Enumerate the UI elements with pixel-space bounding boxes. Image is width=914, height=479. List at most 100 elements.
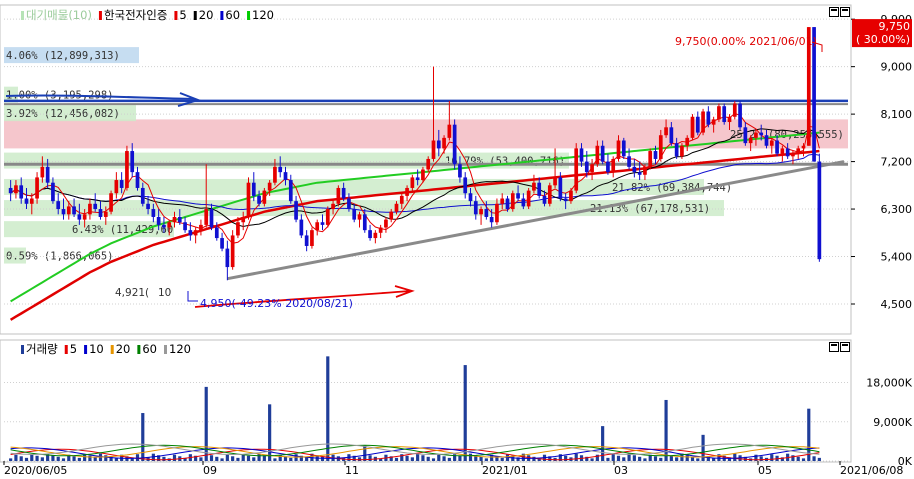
candle-body — [447, 124, 452, 138]
candle-body — [791, 153, 795, 157]
volume-profile-label: 4.06% (12,899,313) — [6, 50, 120, 62]
candle-body — [748, 137, 753, 144]
volume-legend-swatch — [84, 345, 88, 354]
volume-bar — [61, 458, 66, 461]
candle-body — [373, 232, 378, 239]
price-legend-swatch — [98, 11, 102, 20]
candle-body — [394, 203, 399, 212]
volume-bar — [394, 457, 399, 461]
candle-body — [257, 195, 261, 204]
volume-bar — [104, 455, 108, 461]
volume-legend-swatch — [64, 345, 68, 354]
price-legend-swatch — [220, 11, 224, 20]
price-minimize-button[interactable] — [829, 7, 839, 17]
candle-body — [479, 209, 483, 215]
candle-body — [796, 148, 801, 154]
candle-body — [209, 209, 214, 228]
candle-body — [399, 195, 404, 204]
volume-bar — [574, 453, 578, 461]
candle-body — [72, 206, 76, 215]
candle-body — [458, 164, 462, 178]
candle-body — [40, 166, 45, 178]
volume-bar — [632, 455, 636, 461]
candle-body — [236, 222, 240, 236]
candle-body — [114, 180, 119, 194]
candle-body — [283, 172, 288, 181]
volume-bar — [791, 455, 795, 461]
volume-bar — [357, 457, 362, 461]
candle-body — [817, 161, 822, 260]
candle-body — [727, 116, 732, 123]
candle-body — [658, 135, 663, 159]
price-maximize-button[interactable] — [840, 7, 850, 17]
candle-body — [331, 203, 335, 210]
candle-body — [347, 198, 351, 210]
volume-bar — [611, 454, 615, 461]
candle-body — [384, 219, 388, 228]
candle-body — [56, 201, 61, 210]
candle-body — [653, 151, 658, 159]
candle-body — [156, 216, 161, 225]
low-partial-tail-label: 10 — [158, 287, 171, 299]
volume-bar — [759, 456, 763, 461]
volume-bar — [796, 456, 800, 461]
candle-body — [389, 211, 394, 220]
candle-body — [14, 185, 18, 194]
candle-body — [510, 193, 515, 210]
candle-body — [579, 148, 584, 162]
candle-body — [246, 182, 251, 217]
candle-body — [521, 198, 526, 207]
volume-bar — [442, 456, 446, 461]
volume-bar — [19, 456, 23, 461]
volume-bar — [77, 457, 81, 461]
price-legend-swatch — [247, 11, 251, 20]
price-axis-label: 6,300 — [881, 203, 913, 216]
candle-body — [547, 185, 552, 204]
volume-bar — [135, 454, 140, 461]
candle-body — [738, 103, 742, 128]
candle-body — [505, 198, 510, 210]
volume-minimize-button[interactable] — [829, 342, 839, 352]
candle-body — [495, 203, 499, 223]
candle-body — [532, 182, 536, 191]
candle-body — [600, 145, 605, 162]
x-axis-label: 2021/01 — [482, 464, 528, 477]
candle-body — [251, 182, 256, 196]
candle-body — [685, 137, 690, 146]
candle-body — [637, 172, 642, 175]
candle-body — [177, 216, 182, 223]
volume-bar — [72, 456, 76, 461]
volume-bar — [220, 458, 224, 461]
volume-axis-label: 18,000K — [866, 377, 912, 390]
candle-body — [743, 127, 748, 144]
price-legend-swatch — [21, 11, 24, 20]
volume-bar — [426, 456, 430, 461]
volume-bar — [643, 458, 647, 461]
candle-body — [119, 180, 124, 188]
candle-body — [473, 201, 478, 215]
volume-bar — [532, 456, 536, 461]
volume-bar — [257, 453, 261, 461]
candle-body — [452, 124, 457, 165]
candle-body — [109, 193, 113, 212]
candle-body — [526, 190, 531, 207]
volume-bar — [56, 456, 60, 461]
price-legend-label: 5 — [179, 8, 186, 22]
volume-bar — [817, 457, 821, 461]
price-legend-label: 120 — [252, 8, 274, 22]
high-annotation: 9,750(0.00% 2021/06/01) — [675, 35, 817, 48]
volume-bar — [484, 458, 488, 461]
current-price-value: 9,750 — [879, 20, 911, 33]
volume-bar — [675, 457, 679, 461]
volume-legend-label: 거래량 — [26, 342, 58, 356]
candle-body — [140, 187, 145, 204]
candle-body — [320, 222, 325, 225]
volume-maximize-button[interactable] — [840, 342, 850, 352]
candle-body — [769, 140, 774, 146]
volume-bar — [30, 454, 34, 461]
volume-bar — [273, 458, 277, 461]
volume-bar — [458, 455, 462, 461]
candle-body — [341, 187, 346, 199]
candle-body — [695, 116, 700, 133]
candle-body — [172, 216, 177, 223]
